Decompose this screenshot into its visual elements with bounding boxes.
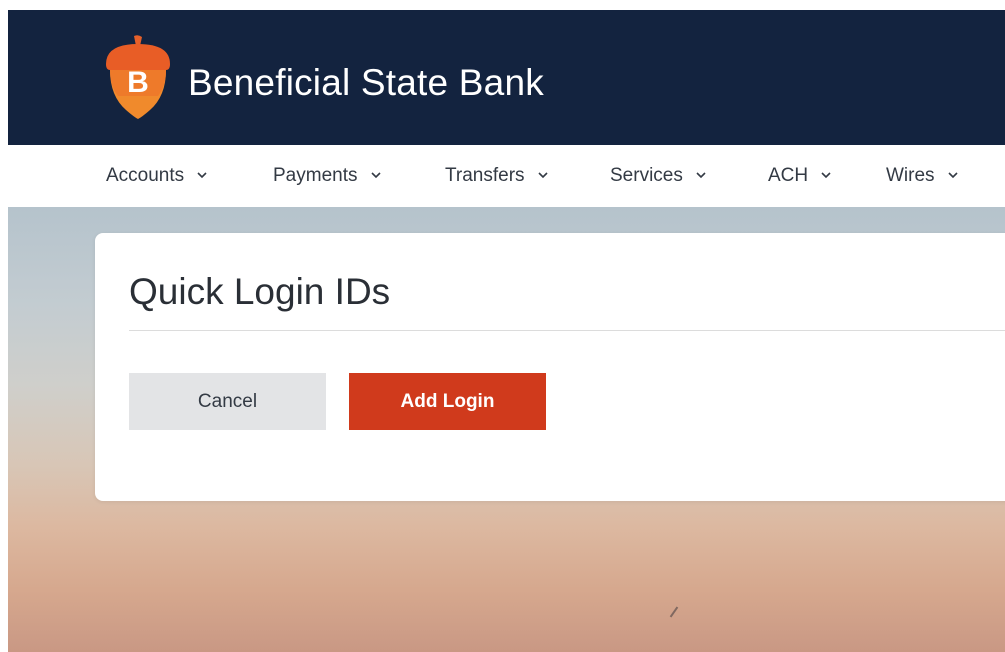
nav-item-wires[interactable]: Wires bbox=[886, 165, 958, 187]
bank-name[interactable]: Beneficial State Bank bbox=[188, 62, 544, 104]
chevron-down-icon bbox=[948, 172, 958, 179]
nav-item-transfers[interactable]: Transfers bbox=[445, 165, 548, 187]
chevron-down-icon bbox=[821, 172, 831, 179]
nav-item-accounts[interactable]: Accounts bbox=[106, 165, 208, 187]
add-login-button[interactable]: Add Login bbox=[349, 373, 546, 430]
nav-item-label: Wires bbox=[886, 165, 935, 186]
quick-login-card: Quick Login IDs Cancel Add Login bbox=[95, 233, 1005, 501]
nav-item-ach[interactable]: ACH bbox=[768, 165, 831, 187]
chevron-down-icon bbox=[197, 172, 208, 179]
nav-item-label: Accounts bbox=[106, 165, 185, 186]
top-header: B Beneficial State Bank bbox=[8, 10, 1005, 145]
app-frame: B Beneficial State Bank Accounts Payment… bbox=[8, 10, 1005, 652]
chevron-down-icon bbox=[538, 172, 548, 179]
page-title: Quick Login IDs bbox=[129, 271, 391, 312]
logo-letter: B bbox=[127, 66, 149, 99]
nav-item-label: Payments bbox=[273, 165, 358, 186]
nav-item-label: Transfers bbox=[445, 165, 525, 186]
main-nav: Accounts Payments Transfers Services ACH bbox=[8, 145, 1005, 207]
title-divider bbox=[129, 330, 1005, 331]
chevron-down-icon bbox=[696, 172, 706, 179]
cancel-button[interactable]: Cancel bbox=[129, 373, 326, 430]
nav-item-payments[interactable]: Payments bbox=[273, 165, 381, 187]
acorn-logo-icon[interactable]: B bbox=[102, 34, 174, 120]
nav-item-label: Services bbox=[610, 165, 683, 186]
nav-item-label: ACH bbox=[768, 165, 809, 186]
chevron-down-icon bbox=[371, 172, 381, 179]
nav-item-services[interactable]: Services bbox=[610, 165, 706, 187]
